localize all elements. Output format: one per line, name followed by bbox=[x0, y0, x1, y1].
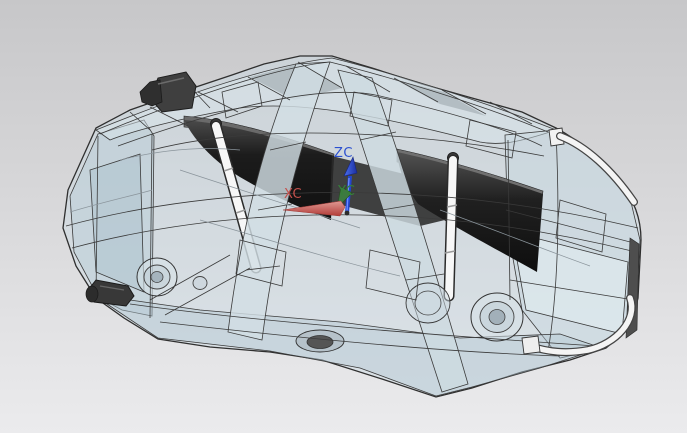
line-fitting bbox=[522, 336, 540, 354]
z-axis-label: ZC bbox=[334, 146, 353, 161]
3d-viewport[interactable]: ZC YC XC bbox=[0, 0, 687, 433]
piston-bore-right[interactable] bbox=[471, 293, 523, 341]
piston-bore-mid[interactable] bbox=[406, 283, 450, 323]
cad-window: ZC YC XC bbox=[0, 0, 687, 433]
y-axis-label: YC bbox=[337, 184, 355, 199]
cylinder-boss bbox=[296, 330, 344, 352]
small-bore[interactable] bbox=[193, 277, 207, 290]
x-axis-label: XC bbox=[284, 187, 302, 202]
piston-bore-left[interactable] bbox=[137, 258, 177, 296]
triad-origin[interactable] bbox=[345, 211, 350, 216]
